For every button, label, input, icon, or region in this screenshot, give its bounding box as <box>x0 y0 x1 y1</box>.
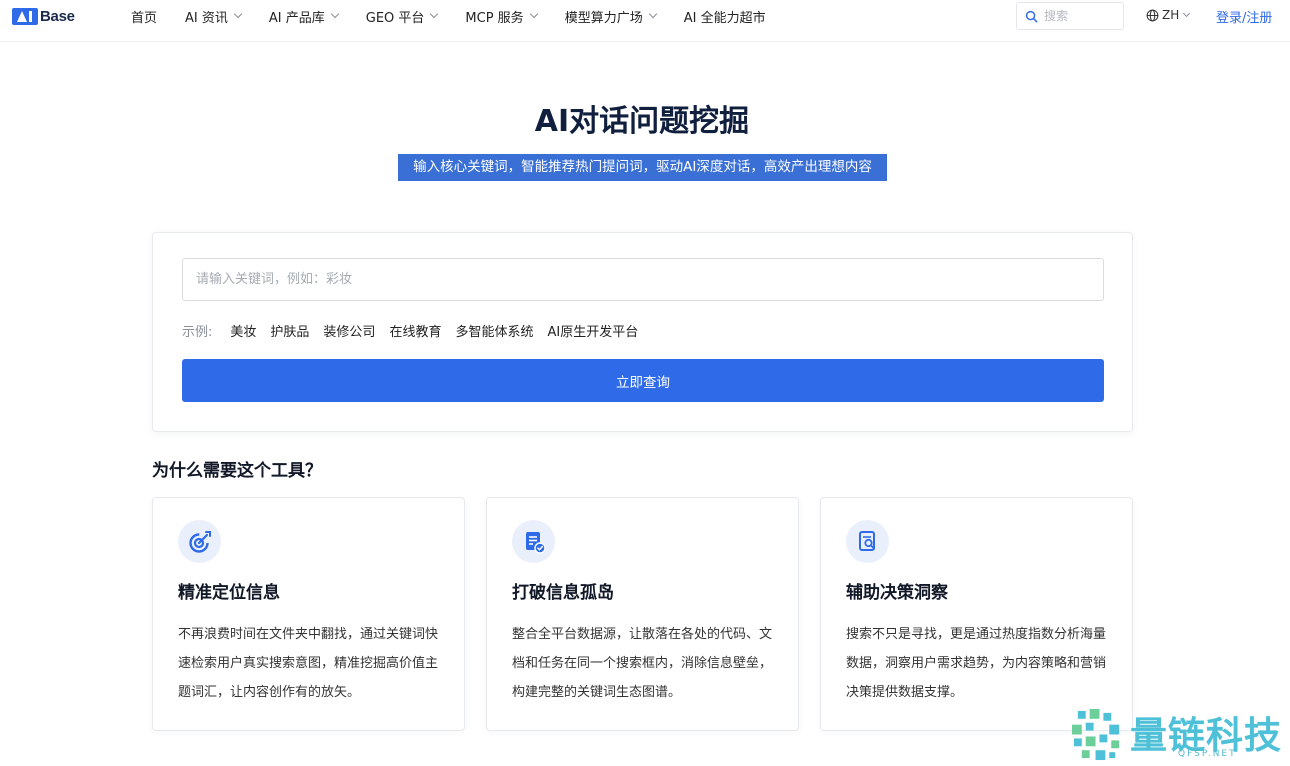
top-navbar: Base 首页 AI 资讯 AI 产品库 GEO 平台 MCP 服务 模型算力广… <box>0 0 1290 42</box>
chevron-down-icon <box>330 9 340 19</box>
header-search[interactable] <box>1016 2 1124 30</box>
page-title: AI对话问题挖掘 <box>534 104 750 139</box>
watermark-logo-icon <box>1071 708 1120 761</box>
nav-item-label: AI 全能力超市 <box>683 10 766 26</box>
logo-mark-icon <box>12 7 38 25</box>
nav-item-geo-platform[interactable]: GEO 平台 <box>365 7 439 26</box>
nav-item-ai-products[interactable]: AI 产品库 <box>268 7 340 26</box>
document-check-icon <box>512 520 555 563</box>
search-input[interactable] <box>1044 9 1114 23</box>
example-keywords: 示例: 美妆 护肤品 装修公司 在线教育 多智能体系统 AI原生开发平台 <box>182 321 652 340</box>
feature-card-insight: 辅助决策洞察 搜索不只是寻找，更是通过热度指数分析海量数据，洞察用户需求趋势，为… <box>820 497 1133 731</box>
nav-item-label: MCP 服务 <box>465 10 524 26</box>
nav-item-label: 模型算力广场 <box>564 10 643 26</box>
page-subtitle: 输入核心关键词，智能推荐热门提问词，驱动AI深度对话，高效产出理想内容 <box>398 154 887 181</box>
report-search-icon <box>846 520 889 563</box>
watermark: 量链科技 QFSP.NET <box>1070 703 1290 766</box>
logo-text: Base <box>40 7 75 25</box>
globe-icon <box>1146 9 1159 21</box>
chevron-down-icon <box>233 9 243 19</box>
chevron-down-icon <box>529 9 538 19</box>
keyword-input[interactable] <box>182 258 1104 301</box>
example-keyword[interactable]: 装修公司 <box>323 321 375 340</box>
chevron-down-icon <box>648 9 657 19</box>
feature-card-silo: 打破信息孤岛 整合全平台数据源，让散落在各处的代码、文档和任务在同一个搜索框内，… <box>486 497 799 731</box>
search-icon <box>1025 10 1038 22</box>
language-switcher[interactable]: ZH <box>1146 8 1191 22</box>
nav-item-ai-market[interactable]: AI 全能力超市 <box>684 7 766 26</box>
section-heading: 为什么需要这个工具？ <box>152 461 322 481</box>
example-keyword[interactable]: 美妆 <box>230 321 256 340</box>
nav-item-label: GEO 平台 <box>365 10 425 26</box>
feature-title: 打破信息孤岛 <box>512 583 614 603</box>
feature-description: 不再浪费时间在文件夹中翻找，通过关键词快速检索用户真实搜索意图，精准挖掘高价值主… <box>178 627 439 700</box>
target-icon <box>178 520 221 563</box>
nav-item-compute-plaza[interactable]: 模型算力广场 <box>564 7 657 26</box>
nav-item-label: AI 资讯 <box>185 10 228 26</box>
nav-item-label: 首页 <box>131 10 158 26</box>
chevron-down-icon <box>1183 9 1191 17</box>
examples-label: 示例: <box>182 325 213 340</box>
chevron-down-icon <box>430 9 439 19</box>
feature-card-precise: 精准定位信息 不再浪费时间在文件夹中翻找，通过关键词快速检索用户真实搜索意图，精… <box>152 497 465 731</box>
main-nav: 首页 AI 资讯 AI 产品库 GEO 平台 MCP 服务 模型算力广场 AI … <box>131 0 766 32</box>
search-card: 示例: 美妆 护肤品 装修公司 在线教育 多智能体系统 AI原生开发平台 立即查… <box>152 232 1133 432</box>
example-keyword[interactable]: 在线教育 <box>389 321 441 340</box>
watermark-subtext: QFSP.NET <box>1178 749 1237 759</box>
nav-item-ai-news[interactable]: AI 资讯 <box>185 7 243 26</box>
example-keyword[interactable]: AI原生开发平台 <box>547 321 638 340</box>
feature-title: 辅助决策洞察 <box>846 583 948 603</box>
login-register-link[interactable]: 登录/注册 <box>1216 7 1272 26</box>
feature-description: 搜索不只是寻找，更是通过热度指数分析海量数据，洞察用户需求趋势，为内容策略和营销… <box>846 627 1107 700</box>
nav-item-home[interactable]: 首页 <box>131 7 157 26</box>
site-logo[interactable]: Base <box>12 7 75 25</box>
example-keyword[interactable]: 护肤品 <box>270 321 309 340</box>
language-label: ZH <box>1162 8 1180 22</box>
feature-title: 精准定位信息 <box>178 583 280 603</box>
example-keyword[interactable]: 多智能体系统 <box>455 321 533 340</box>
query-button[interactable]: 立即查询 <box>182 359 1104 402</box>
nav-item-label: AI 产品库 <box>268 10 325 26</box>
nav-item-mcp-service[interactable]: MCP 服务 <box>465 7 538 26</box>
feature-description: 整合全平台数据源，让散落在各处的代码、文档和任务在同一个搜索框内，消除信息壁垒，… <box>512 627 773 700</box>
